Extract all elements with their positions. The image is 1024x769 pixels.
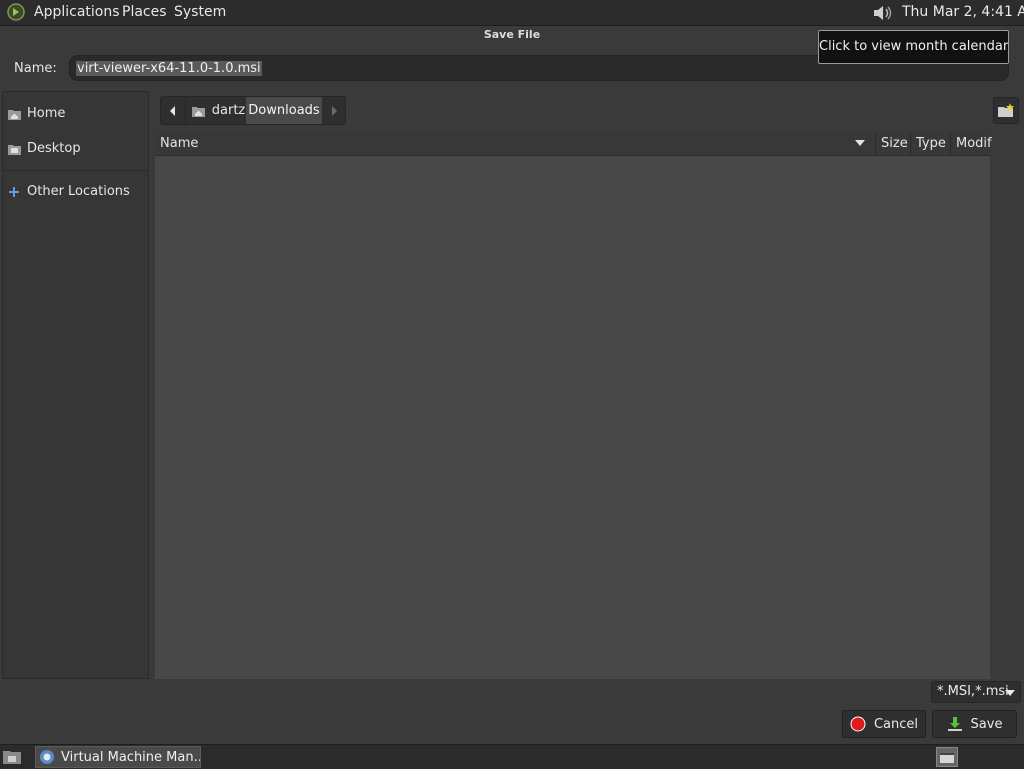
name-label: Name: xyxy=(14,61,57,76)
taskbar: Virtual Machine Man... xyxy=(0,744,1024,769)
taskbar-task-virt-manager[interactable]: Virtual Machine Man... xyxy=(35,746,201,768)
filename-selected-text: virt-viewer-x64-11.0-1.0.msi xyxy=(76,61,262,76)
sidebar-item-label: Other Locations xyxy=(27,184,130,199)
column-name[interactable]: Name xyxy=(160,133,875,155)
save-label: Save xyxy=(970,716,1003,732)
file-list[interactable]: Name Size Type Modif xyxy=(155,133,992,679)
chevron-left-icon xyxy=(170,105,175,116)
speaker-icon[interactable] xyxy=(870,2,894,24)
path-segment-label: dartz xyxy=(211,103,246,118)
sort-descending-icon xyxy=(855,140,865,146)
menu-places[interactable]: Places xyxy=(122,4,167,20)
sidebar-item-other-locations[interactable]: Other Locations xyxy=(7,184,130,199)
sidebar-item-label: Home xyxy=(27,106,66,121)
sidebar-item-home[interactable]: Home xyxy=(7,106,65,121)
cancel-button[interactable]: Cancel xyxy=(842,710,926,738)
save-button[interactable]: Save xyxy=(932,710,1017,738)
workspace-window-icon xyxy=(940,753,954,763)
virt-manager-icon xyxy=(40,750,54,764)
path-segment-dartz[interactable]: dartz xyxy=(185,97,249,124)
column-modified[interactable]: Modif xyxy=(950,133,996,155)
new-folder-button[interactable] xyxy=(993,97,1019,124)
panel-menu-logo-icon[interactable] xyxy=(7,3,25,21)
sidebar-item-desktop[interactable]: Desktop xyxy=(7,141,81,156)
cancel-label: Cancel xyxy=(873,716,919,732)
top-panel: Applications Places System Thu Mar 2, 4:… xyxy=(0,0,1024,26)
cancel-icon xyxy=(850,716,866,732)
workspace-switcher[interactable] xyxy=(936,747,958,767)
taskbar-task-label: Virtual Machine Man... xyxy=(61,749,201,765)
sidebar-item-label: Desktop xyxy=(27,141,81,156)
file-type-filter[interactable]: *.MSI,*.msi xyxy=(931,681,1021,703)
panel-clock[interactable]: Thu Mar 2, 4:41 AM xyxy=(902,4,1024,20)
column-size[interactable]: Size xyxy=(875,133,915,155)
places-sidebar: Home Desktop Other Locations xyxy=(2,91,149,679)
menu-system[interactable]: System xyxy=(174,4,226,20)
home-folder-icon xyxy=(191,106,205,117)
new-folder-icon xyxy=(998,102,1014,117)
column-header: Name Size Type Modif xyxy=(155,133,992,156)
sidebar-separator xyxy=(3,170,148,171)
menu-applications[interactable]: Applications xyxy=(34,4,120,20)
show-desktop-icon[interactable] xyxy=(2,748,22,766)
path-scroll-right-button[interactable] xyxy=(323,97,345,124)
save-download-icon xyxy=(947,717,962,731)
chevron-down-icon xyxy=(1005,690,1015,696)
chevron-right-icon xyxy=(332,105,337,116)
calendar-tooltip: Click to view month calendar xyxy=(818,30,1009,64)
path-scroll-left-button[interactable] xyxy=(161,97,186,124)
plus-icon xyxy=(9,186,19,197)
filter-value: *.MSI,*.msi xyxy=(937,684,1009,699)
desktop-folder-icon xyxy=(8,144,21,155)
path-segment-downloads[interactable]: Downloads xyxy=(246,97,322,124)
path-bar: dartz Downloads xyxy=(160,96,346,125)
home-folder-icon xyxy=(8,109,21,120)
